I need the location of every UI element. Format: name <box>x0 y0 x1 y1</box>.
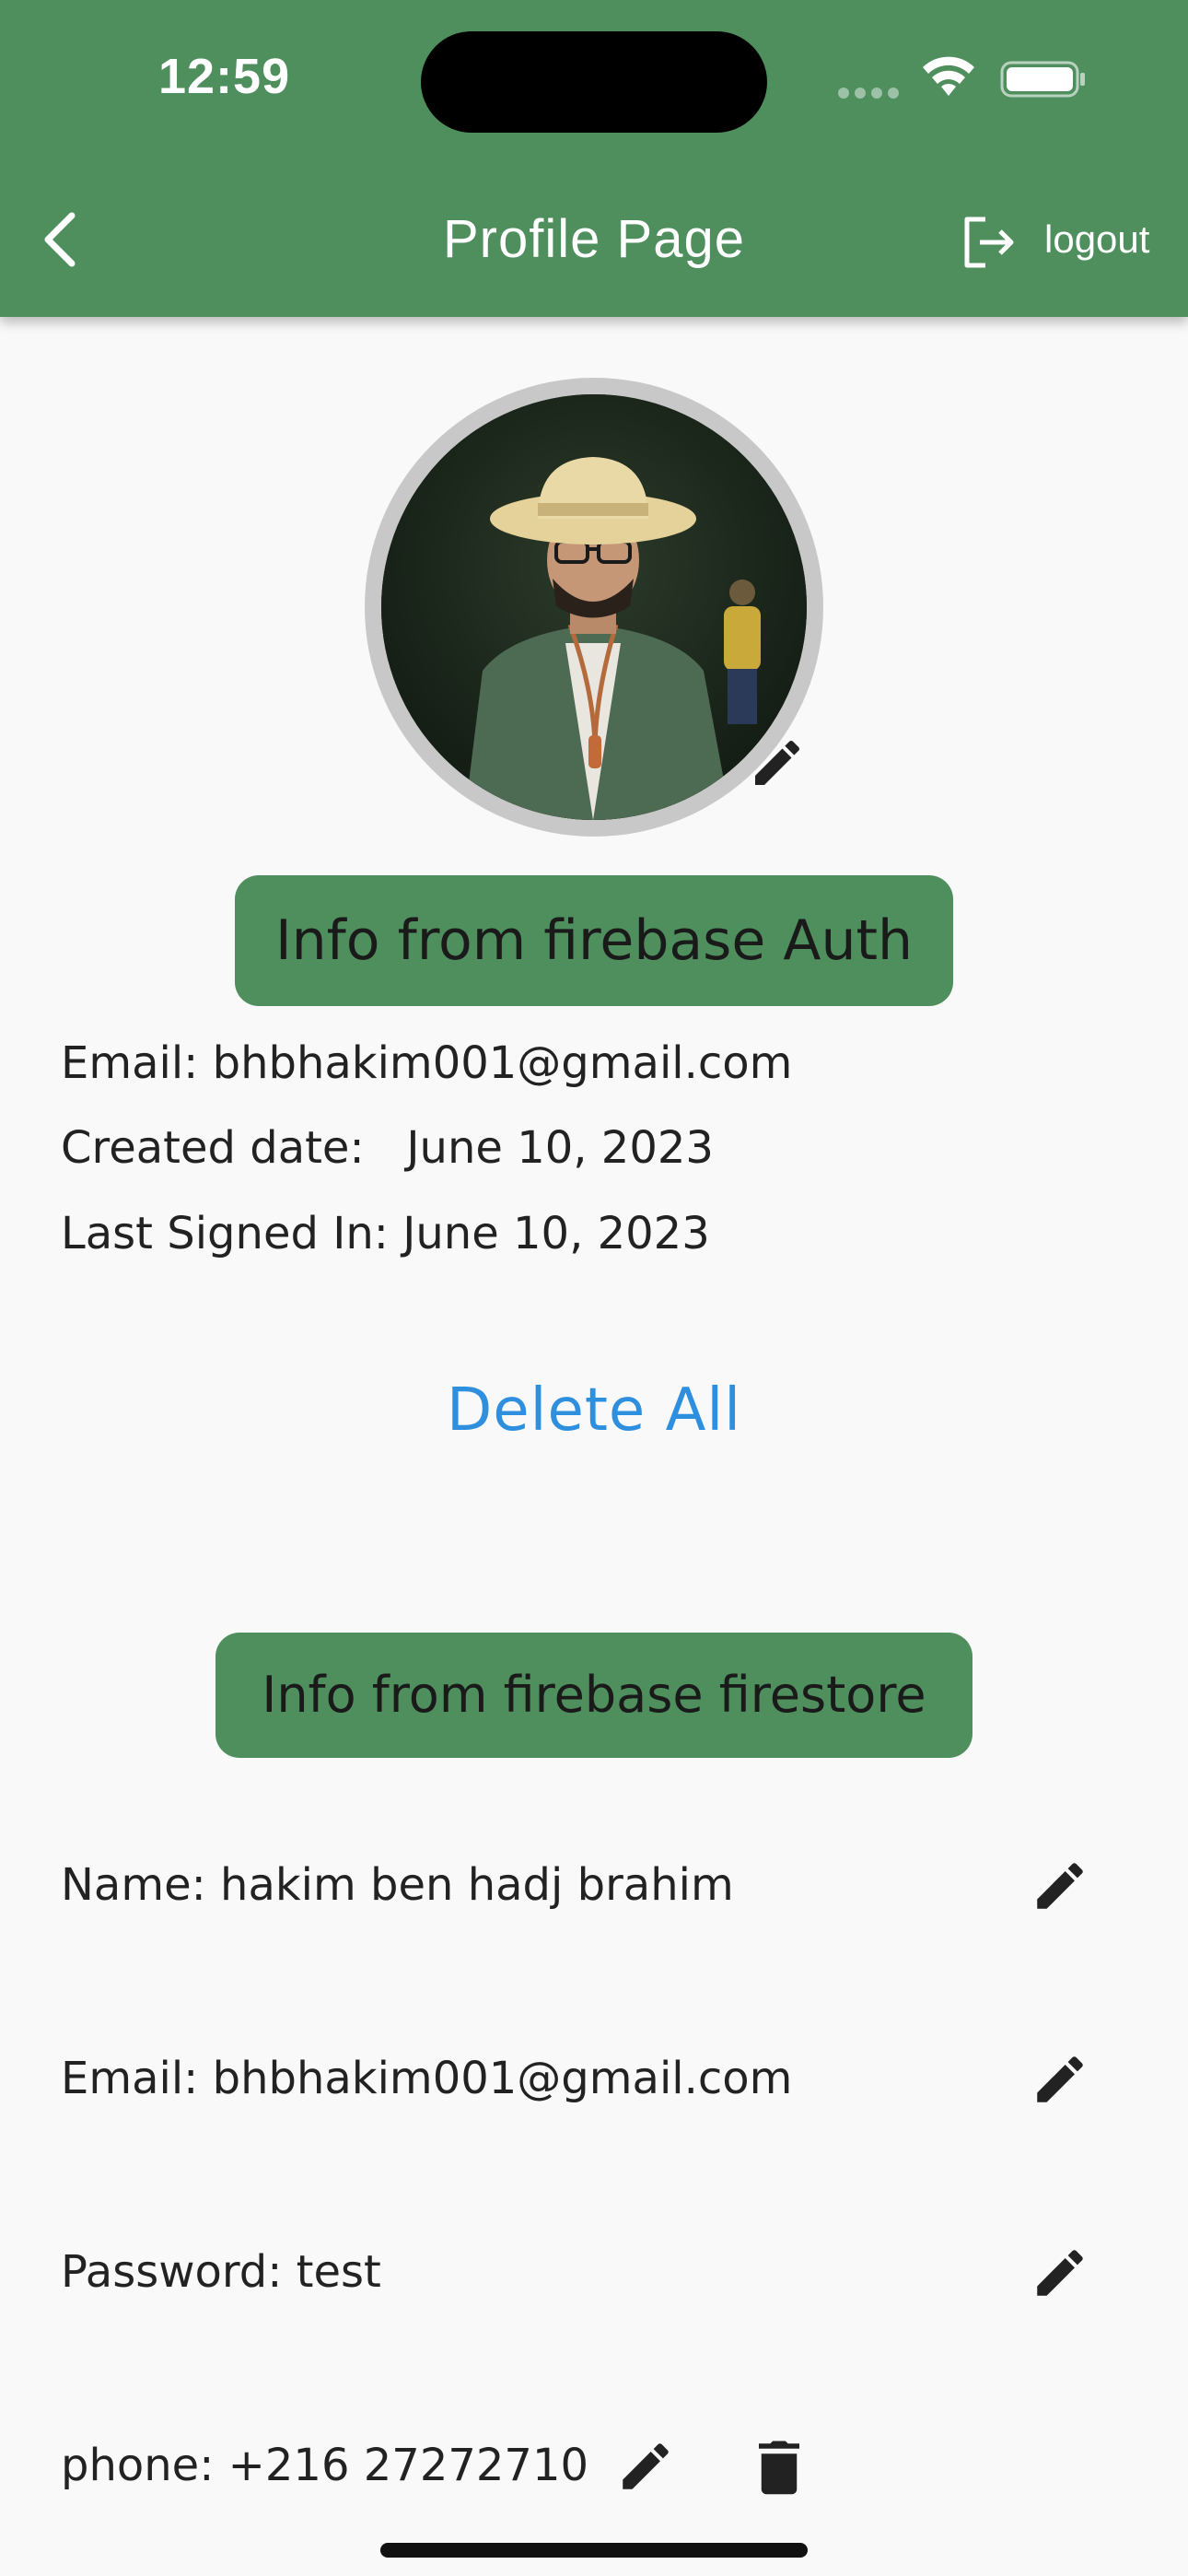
logout-label: logout <box>1044 217 1150 261</box>
dynamic-island <box>421 31 767 133</box>
edit-phone-pencil-icon[interactable] <box>615 2436 676 2497</box>
auth-created-date: Created date: June 10, 2023 <box>61 1122 714 1174</box>
auth-section-badge: Info from firebase Auth <box>235 875 953 1006</box>
profile-page: 12:59 Profile Page logout Info from fire… <box>0 0 1188 2576</box>
firestore-password: Password: test <box>61 2246 381 2298</box>
firestore-phone: phone: +216 27272710 <box>61 2440 589 2491</box>
status-indicators <box>838 55 1087 101</box>
delete-phone-trash-icon[interactable] <box>753 2436 805 2497</box>
profile-photo-image <box>381 394 807 820</box>
firestore-section-badge: Info from firebase firestore <box>215 1633 973 1758</box>
logout-icon <box>964 217 1014 268</box>
firestore-email: Email: bhbhakim001@gmail.com <box>61 2053 793 2104</box>
app-bar: 12:59 Profile Page logout <box>0 0 1188 317</box>
firestore-name: Name: hakim ben hadj brahim <box>61 1859 734 1911</box>
auth-email: Email: bhbhakim001@gmail.com <box>61 1037 793 1089</box>
edit-name-pencil-icon[interactable] <box>1030 1856 1090 1916</box>
home-indicator <box>380 2543 808 2558</box>
delete-all-button[interactable]: Delete All <box>0 1376 1188 1445</box>
edit-password-pencil-icon[interactable] <box>1030 2242 1090 2303</box>
logout-button[interactable]: logout <box>958 212 1179 273</box>
battery-icon <box>1000 61 1085 98</box>
cellular-signal-icon <box>838 87 904 103</box>
profile-photo <box>381 394 807 820</box>
status-time: 12:59 <box>158 49 291 104</box>
edit-photo-pencil-icon[interactable] <box>748 733 807 792</box>
wifi-icon <box>923 56 974 96</box>
edit-email-pencil-icon[interactable] <box>1030 2049 1090 2110</box>
auth-last-signed-in: Last Signed In: June 10, 2023 <box>61 1208 710 1259</box>
